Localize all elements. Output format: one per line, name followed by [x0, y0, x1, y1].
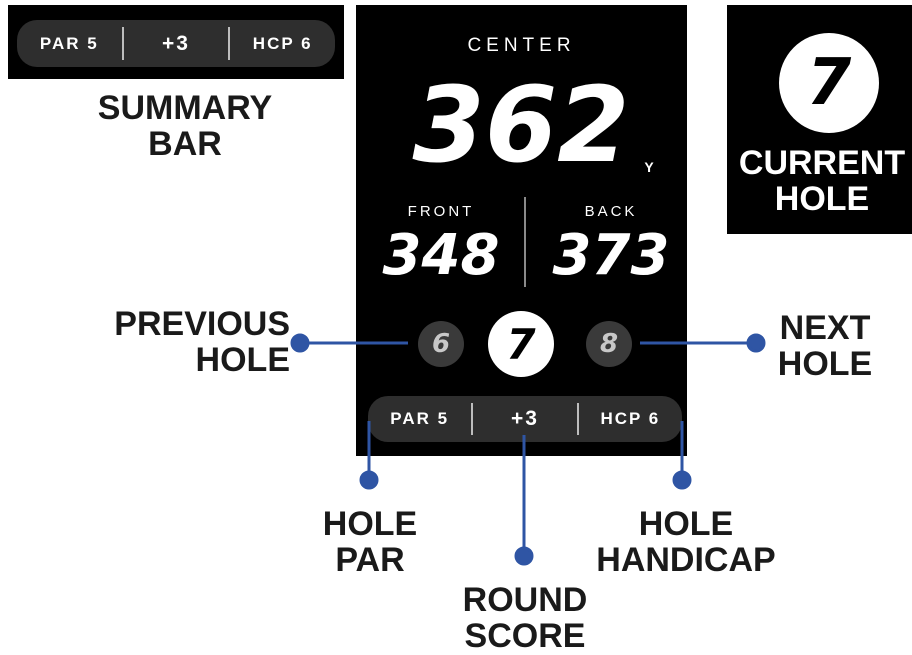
label-round-score: ROUND SCORE [462, 581, 588, 655]
connector-dot [672, 470, 692, 490]
connector-dot [514, 546, 534, 566]
label-hole-par: HOLE PAR [322, 505, 418, 579]
connector-dot [290, 333, 310, 353]
label-next-hole: NEXT HOLE [777, 309, 873, 383]
connector-dot [359, 470, 379, 490]
label-hole-handicap: HOLE HANDICAP [596, 505, 776, 579]
connector-dot [746, 333, 766, 353]
label-previous-hole: PREVIOUS HOLE [114, 305, 290, 379]
